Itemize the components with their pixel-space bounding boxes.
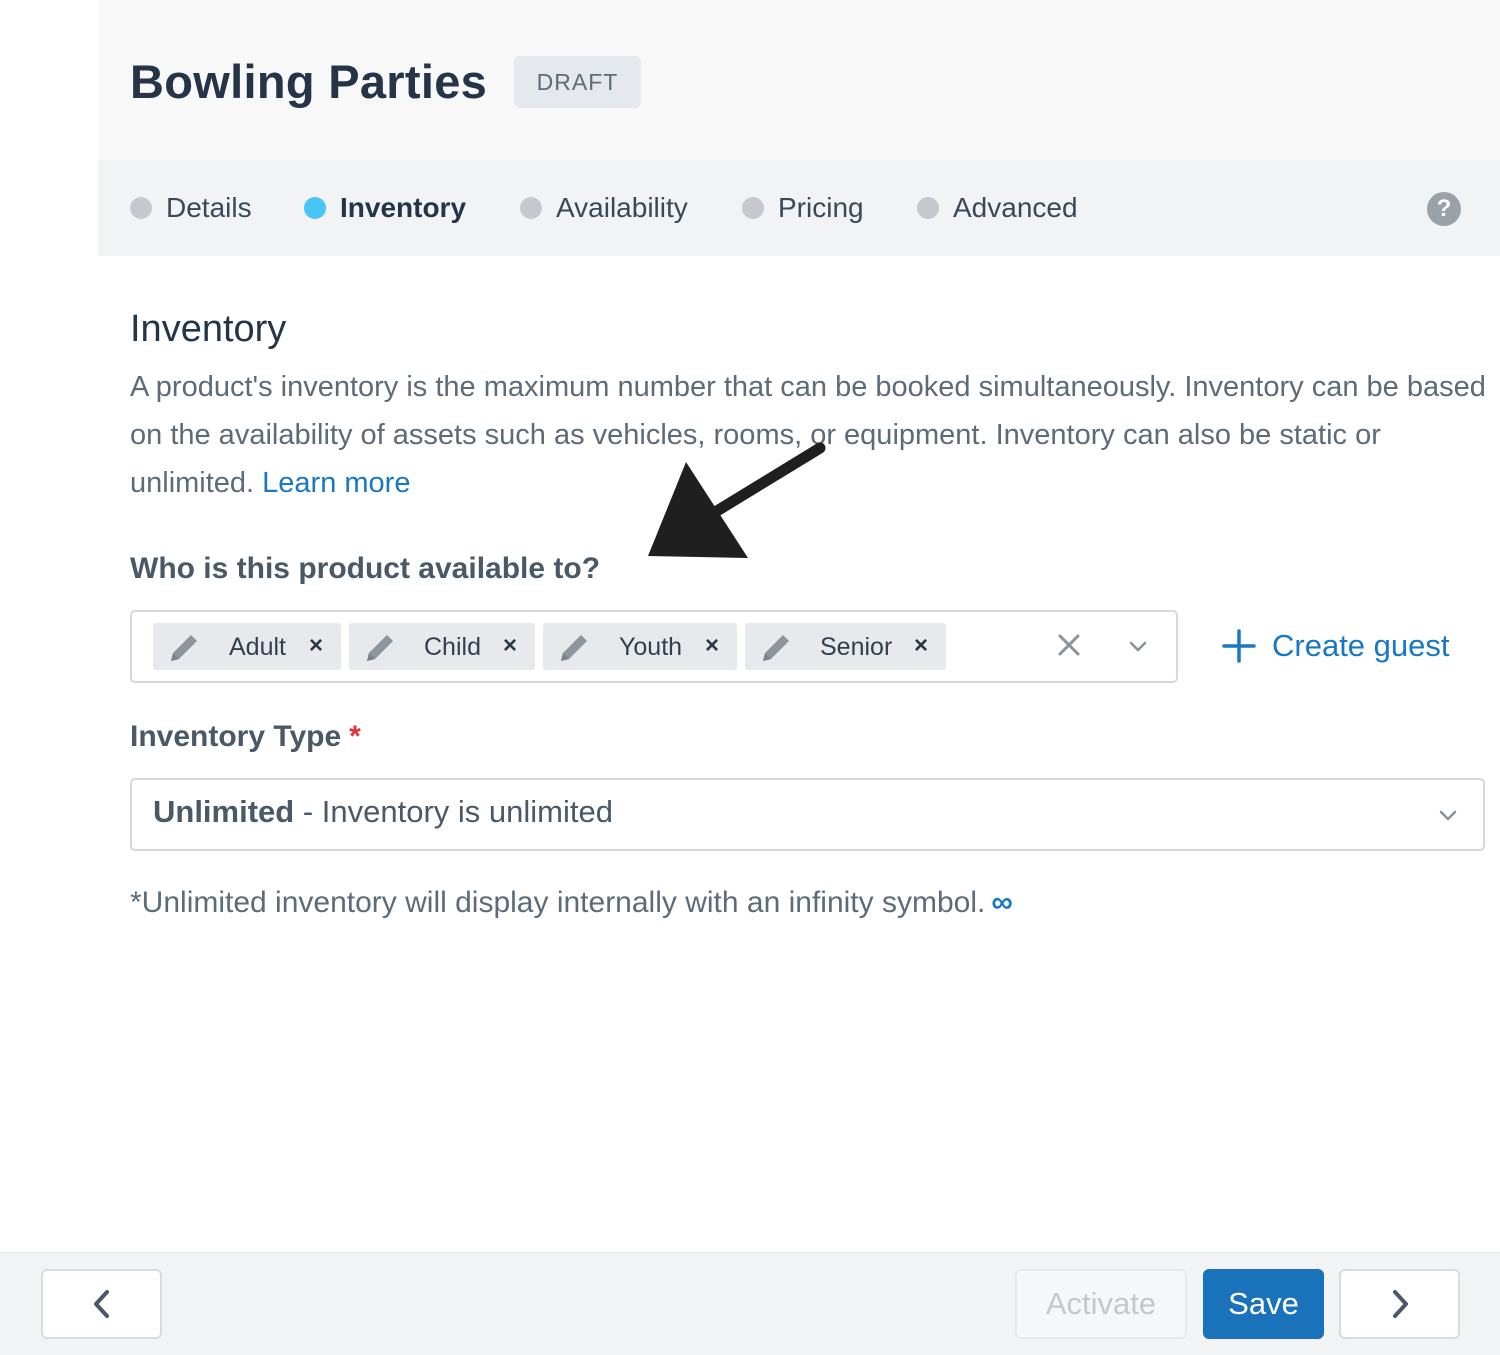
tab-label: Inventory [340,192,467,223]
infinity-icon: ∞ [991,886,1013,919]
guest-types-label: Who is this product available to? [130,552,601,585]
chevron-down-icon[interactable] [1128,636,1148,656]
inventory-type-value-bold: Unlimited [153,794,295,829]
clear-all-icon[interactable] [1054,630,1084,660]
step-dot-active-icon [304,197,326,219]
step-dot-icon [130,197,152,219]
guest-tag-label: Adult [229,633,286,661]
edit-pencil-icon[interactable] [167,631,201,663]
tab-pricing[interactable]: Pricing [742,190,864,226]
status-badge: DRAFT [514,56,641,108]
inventory-type-label-text: Inventory Type [130,720,342,753]
create-guest-label: Create guest [1272,628,1450,663]
previous-step-button[interactable] [41,1269,162,1339]
tab-label: Availability [556,192,688,223]
page-title: Bowling Parties [130,55,488,108]
edit-pencil-icon[interactable] [759,631,793,663]
plus-icon [1222,629,1256,663]
inventory-type-value-rest: - Inventory is unlimited [294,794,613,829]
step-dot-icon [742,197,764,219]
create-guest-button[interactable]: Create guest [1222,622,1450,670]
page-header: Bowling Parties DRAFT [98,0,1500,160]
next-step-button[interactable] [1339,1269,1460,1339]
remove-tag-icon[interactable]: × [705,632,719,660]
chevron-right-icon [1392,1290,1408,1318]
guest-tag-label: Youth [619,633,683,661]
inventory-type-value: Unlimited - Inventory is unlimited [153,794,613,830]
tab-label: Details [166,192,252,223]
edit-pencil-icon[interactable] [557,631,591,663]
save-button[interactable]: Save [1203,1269,1324,1339]
footer-bar: Activate Save [0,1252,1500,1355]
unlimited-footnote: *Unlimited inventory will display intern… [130,886,1013,920]
help-icon[interactable]: ? [1427,192,1461,226]
tab-details[interactable]: Details [130,190,252,226]
learn-more-link[interactable]: Learn more [262,467,410,499]
guest-tag-child: Child × [349,623,535,670]
annotation-arrow-icon [648,442,826,558]
activate-button[interactable]: Activate [1015,1269,1187,1339]
remove-tag-icon[interactable]: × [914,632,928,660]
chevron-down-icon [1439,810,1457,821]
guest-tag-label: Child [424,633,481,661]
tab-availability[interactable]: Availability [520,190,688,226]
remove-tag-icon[interactable]: × [309,632,323,660]
guest-tag-label: Senior [820,633,893,661]
section-title: Inventory [130,308,287,350]
tab-label: Advanced [953,192,1078,223]
tab-inventory[interactable]: Inventory [304,190,466,226]
edit-pencil-icon[interactable] [363,631,397,663]
guest-tag-youth: Youth × [543,623,737,670]
chevron-left-icon [93,1290,109,1318]
tab-label: Pricing [778,192,864,223]
footnote-text: *Unlimited inventory will display intern… [130,886,986,919]
inventory-type-label: Inventory Type * [130,720,361,754]
required-marker: * [349,720,361,753]
step-navigation: Details Inventory Availability Pricing A… [98,160,1500,256]
tab-advanced[interactable]: Advanced [917,190,1078,226]
guest-tag-adult: Adult × [153,623,341,670]
step-dot-icon [917,197,939,219]
guest-tag-senior: Senior × [745,623,946,670]
inventory-type-select[interactable]: Unlimited - Inventory is unlimited [130,778,1485,851]
remove-tag-icon[interactable]: × [503,632,517,660]
guest-types-multiselect[interactable]: Adult × Child × Youth × Senior × [130,610,1178,683]
step-dot-icon [520,197,542,219]
